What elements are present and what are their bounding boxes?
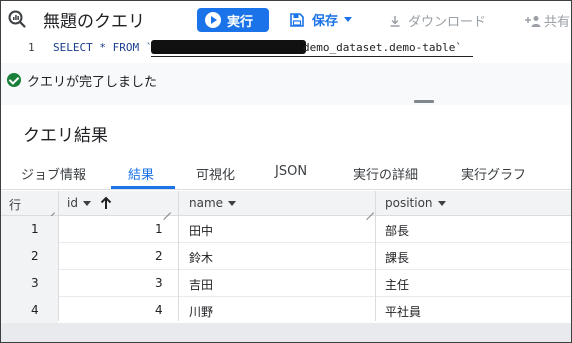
column-divider <box>58 191 59 321</box>
row-number: 3 <box>31 276 39 290</box>
person-add-icon <box>525 15 541 27</box>
tab-json[interactable]: JSON <box>275 164 307 179</box>
column-header-name[interactable]: name <box>189 196 237 210</box>
chevron-down-icon <box>344 17 353 22</box>
cell-name: 田中 <box>189 224 214 238</box>
tab-results[interactable]: 結果 <box>128 164 154 183</box>
tab-execution-details[interactable]: 実行の詳細 <box>353 164 418 183</box>
cell-position: 課長 <box>385 251 410 265</box>
download-label: ダウンロード <box>408 15 487 30</box>
line-number: 1 <box>28 41 35 54</box>
save-icon <box>290 12 304 27</box>
row-number-cell <box>1 297 58 324</box>
chevron-down-icon <box>437 200 446 206</box>
table-row[interactable]: 2 2 鈴木 課長 <box>1 243 571 270</box>
cell-id: 4 <box>155 303 163 317</box>
column-header-name-label: name <box>189 196 224 210</box>
save-button[interactable]: 保存 <box>290 10 353 29</box>
row-number-cell <box>1 270 58 297</box>
cell-id: 2 <box>155 249 163 263</box>
results-tabs: ジョブ情報 結果 可視化 JSON 実行の詳細 実行グラフ <box>1 156 571 190</box>
download-icon <box>390 15 400 27</box>
cell-position: 部長 <box>385 224 410 238</box>
cell-position: 主任 <box>385 278 410 292</box>
column-header-id[interactable]: id <box>67 196 112 210</box>
row-number: 1 <box>31 222 39 236</box>
table-reference-underline <box>151 56 473 57</box>
cell-name: 鈴木 <box>189 251 214 265</box>
table-row[interactable]: 3 3 吉田 主任 <box>1 270 571 297</box>
resize-handle-icon[interactable] <box>163 205 171 213</box>
column-header-row-label: 行 <box>9 198 22 212</box>
share-button[interactable]: 共有 <box>525 11 570 30</box>
row-number: 4 <box>31 303 39 317</box>
run-label: 実行 <box>227 14 254 30</box>
column-header-position-label: position <box>385 196 433 210</box>
redacted-project-id <box>151 40 306 54</box>
status-message: クエリが完了しました <box>27 75 158 90</box>
query-icon <box>8 10 26 28</box>
resize-handle-icon[interactable] <box>366 205 374 213</box>
save-label: 保存 <box>312 14 339 29</box>
column-divider <box>178 191 179 321</box>
bigquery-editor: 無題のクエリ 実行 保存 ダウンロード 共有 1 SELECT * FROM `… <box>0 0 572 343</box>
column-header-position[interactable]: position <box>385 196 446 210</box>
download-button[interactable]: ダウンロード <box>389 11 486 30</box>
query-toolbar: 無題のクエリ 実行 保存 ダウンロード 共有 <box>1 1 571 37</box>
chevron-down-icon <box>82 200 91 206</box>
sql-code-suffix[interactable]: demo_dataset.demo-table` <box>303 41 462 54</box>
resize-drag-handle[interactable] <box>414 100 434 103</box>
table-row[interactable]: 4 4 川野 平社員 <box>1 297 571 324</box>
row-number-cell <box>1 243 58 270</box>
tab-job-info[interactable]: ジョブ情報 <box>21 164 86 183</box>
tab-execution-graph[interactable]: 実行グラフ <box>461 164 526 183</box>
column-divider <box>375 191 376 321</box>
chevron-down-icon <box>228 200 237 206</box>
query-title[interactable]: 無題のクエリ <box>43 7 145 32</box>
cell-id: 3 <box>155 276 163 290</box>
play-icon <box>205 12 221 28</box>
active-tab-indicator <box>111 186 175 189</box>
sql-code-prefix[interactable]: SELECT * FROM ` <box>53 41 152 54</box>
check-circle-icon <box>7 73 21 87</box>
cell-name: 吉田 <box>189 278 214 292</box>
column-header-id-label: id <box>67 196 78 210</box>
horizontal-scrollbar[interactable] <box>1 323 571 342</box>
run-button[interactable]: 実行 <box>197 8 269 32</box>
cell-name: 川野 <box>189 305 214 319</box>
column-header-row: 行 <box>9 196 21 213</box>
cell-id: 1 <box>155 222 163 236</box>
row-number-cell <box>1 216 58 243</box>
share-label: 共有 <box>544 15 571 30</box>
tab-visualization[interactable]: 可視化 <box>196 164 235 183</box>
arrow-up-icon <box>100 196 112 209</box>
cell-position: 平社員 <box>385 305 422 319</box>
table-row[interactable]: 1 1 田中 部長 <box>1 216 571 243</box>
row-number: 2 <box>31 249 39 263</box>
table-header: 行 id name position <box>1 191 571 216</box>
resize-handle-icon[interactable] <box>47 205 55 213</box>
results-title: クエリ結果 <box>23 126 108 146</box>
